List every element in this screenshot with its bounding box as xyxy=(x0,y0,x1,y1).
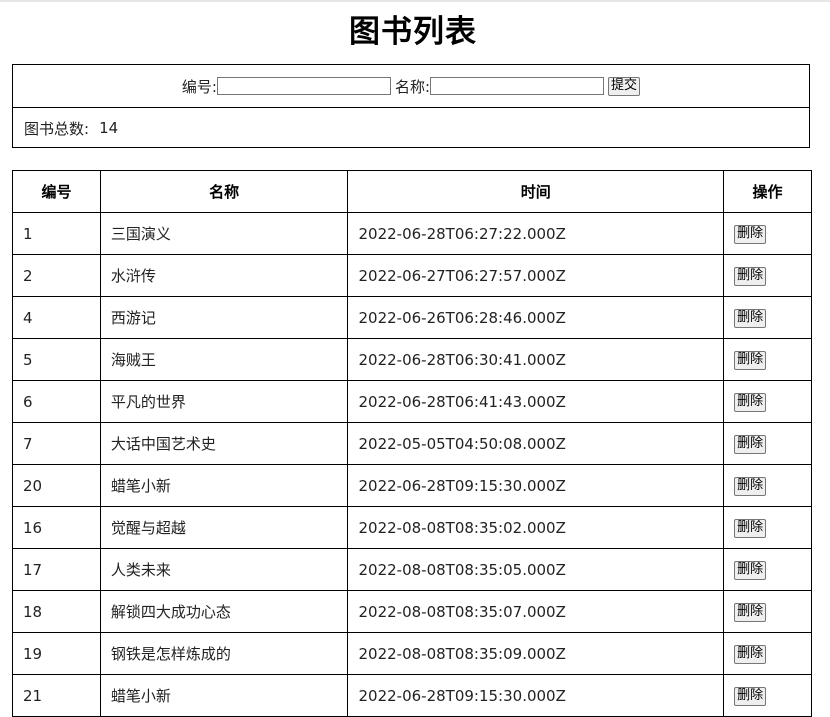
search-form: 编号: 名称: 提交 xyxy=(13,65,809,108)
table-header-row: 编号 名称 时间 操作 xyxy=(12,170,812,213)
cell-id: 18 xyxy=(12,590,101,633)
cell-id: 6 xyxy=(12,380,101,423)
table-row: 4 西游记 2022-06-26T06:28:46.000Z 删除 xyxy=(12,296,812,339)
cell-time: 2022-08-08T08:35:09.000Z xyxy=(347,632,725,675)
delete-button[interactable]: 删除 xyxy=(734,518,767,538)
delete-button[interactable]: 删除 xyxy=(734,224,767,244)
submit-button[interactable]: 提交 xyxy=(608,76,641,96)
table-body: 1 三国演义 2022-06-28T06:27:22.000Z 删除 2 水浒传 2022-… xyxy=(12,212,812,717)
cell-actions: 删除 xyxy=(723,464,812,507)
cell-id: 21 xyxy=(12,674,101,717)
cell-time: 2022-05-05T04:50:08.000Z xyxy=(347,422,725,465)
cell-name: 蜡笔小新 xyxy=(99,464,349,507)
table-row: 18 解锁四大成功心态 2022-08-08T08:35:07.000Z 删除 xyxy=(12,590,812,633)
cell-actions: 删除 xyxy=(723,422,812,465)
table-row: 2 水浒传 2022-06-27T06:27:57.000Z 删除 xyxy=(12,254,812,297)
cell-time: 2022-06-28T06:27:22.000Z xyxy=(347,212,725,255)
header-time: 时间 xyxy=(347,170,725,213)
book-count-value: 14 xyxy=(99,119,119,137)
cell-name: 海贼王 xyxy=(99,338,349,381)
delete-button[interactable]: 删除 xyxy=(734,686,767,706)
delete-button[interactable]: 删除 xyxy=(734,308,767,328)
table-row: 19 钢铁是怎样炼成的 2022-08-08T08:35:09.000Z 删除 xyxy=(12,632,812,675)
cell-time: 2022-06-28T09:15:30.000Z xyxy=(347,464,725,507)
cell-id: 17 xyxy=(12,548,101,591)
header-actions: 操作 xyxy=(723,170,812,213)
cell-id: 4 xyxy=(12,296,101,339)
cell-time: 2022-06-27T06:27:57.000Z xyxy=(347,254,725,297)
cell-id: 19 xyxy=(12,632,101,675)
table-row: 5 海贼王 2022-06-28T06:30:41.000Z 删除 xyxy=(12,338,812,381)
cell-actions: 删除 xyxy=(723,632,812,675)
page-title: 图书列表 xyxy=(349,14,477,50)
cell-name: 平凡的世界 xyxy=(99,380,349,423)
cell-name: 人类未来 xyxy=(99,548,349,591)
table-row: 7 大话中国艺术史 2022-05-05T04:50:08.000Z 删除 xyxy=(12,422,812,465)
cell-name: 三国演义 xyxy=(99,212,349,255)
table-row: 20 蜡笔小新 2022-06-28T09:15:30.000Z 删除 xyxy=(12,464,812,507)
id-label: 编号: xyxy=(181,77,217,96)
top-border xyxy=(0,0,830,2)
delete-button[interactable]: 删除 xyxy=(734,350,767,370)
cell-name: 蜡笔小新 xyxy=(99,674,349,717)
cell-actions: 删除 xyxy=(723,338,812,381)
cell-id: 2 xyxy=(12,254,101,297)
header-id: 编号 xyxy=(12,170,101,213)
cell-time: 2022-08-08T08:35:02.000Z xyxy=(347,506,725,549)
delete-button[interactable]: 删除 xyxy=(734,476,767,496)
search-panel: 编号: 名称: 提交 图书总数: 14 xyxy=(12,64,810,148)
cell-time: 2022-08-08T08:35:07.000Z xyxy=(347,590,725,633)
book-count-label: 图书总数: xyxy=(24,119,90,138)
table-row: 1 三国演义 2022-06-28T06:27:22.000Z 删除 xyxy=(12,212,812,255)
cell-time: 2022-06-28T06:41:43.000Z xyxy=(347,380,725,423)
cell-time: 2022-06-28T06:30:41.000Z xyxy=(347,338,725,381)
cell-name: 觉醒与超越 xyxy=(99,506,349,549)
name-input[interactable] xyxy=(430,77,605,95)
table-row: 17 人类未来 2022-08-08T08:35:05.000Z 删除 xyxy=(12,548,812,591)
delete-button[interactable]: 删除 xyxy=(734,560,767,580)
delete-button[interactable]: 删除 xyxy=(734,266,767,286)
cell-name: 西游记 xyxy=(99,296,349,339)
delete-button[interactable]: 删除 xyxy=(734,392,767,412)
cell-name: 大话中国艺术史 xyxy=(99,422,349,465)
id-input[interactable] xyxy=(216,77,391,95)
cell-id: 1 xyxy=(12,212,101,255)
cell-actions: 删除 xyxy=(723,380,812,423)
cell-actions: 删除 xyxy=(723,254,812,297)
cell-actions: 删除 xyxy=(723,506,812,549)
cell-actions: 删除 xyxy=(723,590,812,633)
cell-actions: 删除 xyxy=(723,296,812,339)
cell-name: 钢铁是怎样炼成的 xyxy=(99,632,349,675)
cell-actions: 删除 xyxy=(723,674,812,717)
cell-time: 2022-08-08T08:35:05.000Z xyxy=(347,548,725,591)
cell-id: 16 xyxy=(12,506,101,549)
cell-id: 20 xyxy=(12,464,101,507)
cell-id: 7 xyxy=(12,422,101,465)
header-name: 名称 xyxy=(99,170,349,213)
cell-actions: 删除 xyxy=(723,548,812,591)
delete-button[interactable]: 删除 xyxy=(734,602,767,622)
cell-id: 5 xyxy=(12,338,101,381)
cell-time: 2022-06-28T09:15:30.000Z xyxy=(347,674,725,717)
table-row: 21 蜡笔小新 2022-06-28T09:15:30.000Z 删除 xyxy=(12,674,812,717)
cell-time: 2022-06-26T06:28:46.000Z xyxy=(347,296,725,339)
book-count: 图书总数: 14 xyxy=(13,108,809,148)
book-table: 编号 名称 时间 操作 1 三国演义 2022-06-28T06:27:22.000… xyxy=(12,170,812,717)
cell-name: 水浒传 xyxy=(99,254,349,297)
delete-button[interactable]: 删除 xyxy=(734,434,767,454)
table-row: 16 觉醒与超越 2022-08-08T08:35:02.000Z 删除 xyxy=(12,506,812,549)
table-row: 6 平凡的世界 2022-06-28T06:41:43.000Z 删除 xyxy=(12,380,812,423)
cell-actions: 删除 xyxy=(723,212,812,255)
name-label: 名称: xyxy=(394,77,431,96)
cell-name: 解锁四大成功心态 xyxy=(99,590,349,633)
delete-button[interactable]: 删除 xyxy=(734,644,767,664)
